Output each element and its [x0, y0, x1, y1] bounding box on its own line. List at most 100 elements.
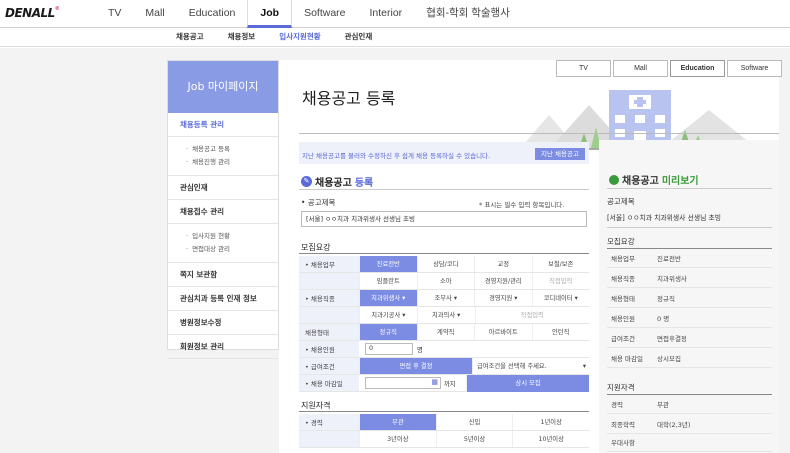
preview-row-value: 면접후결정 — [657, 335, 687, 343]
option-chip[interactable]: 인턴직 — [531, 324, 590, 340]
preview-row-key: 채용형태 — [611, 295, 635, 303]
sidebar-sub-applications[interactable]: 입사지원 현황 — [186, 230, 266, 243]
qualification-label: 지원자격 — [301, 401, 331, 410]
sidebar-item-hospital-info[interactable]: 병원정보수정 — [168, 311, 278, 335]
tab-education[interactable]: Education — [670, 60, 725, 77]
option-chip[interactable]: 1년이상 — [512, 414, 589, 430]
tab-tv[interactable]: TV — [556, 60, 611, 77]
main-content: TV Mall Education Software 채용공고 등록 지난 채용… — [279, 60, 782, 453]
sidebar-item-talent[interactable]: 관심인재 — [168, 176, 278, 200]
row-label-employment: 채용형태 — [299, 324, 359, 340]
sidebar-item-messages[interactable]: 쪽지 보관함 — [168, 263, 278, 287]
row-label-empty — [299, 273, 359, 289]
nav-tv[interactable]: TV — [96, 0, 133, 28]
option-chip[interactable]: 정규직 — [359, 324, 417, 340]
form-section-title-text: 채용공고 — [315, 178, 352, 189]
section-divider — [299, 189, 589, 190]
sidebar-sub-post-register[interactable]: 채용공고 등록 — [186, 143, 266, 156]
sidebar-item-application-manage[interactable]: 채용접수 관리 — [168, 200, 278, 224]
subnav-job-info[interactable]: 채용정보 — [228, 28, 256, 45]
preview-divider — [607, 394, 772, 395]
preview-title: 채용공고 미리보기 — [609, 172, 699, 187]
option-chip[interactable]: 10년이상 — [512, 431, 589, 447]
table-row: 채용형태 정규직 계약직 아르바이트 인턴직 — [299, 324, 589, 341]
salary-option[interactable]: 면접 후 결정 — [359, 358, 472, 374]
load-past-posting-button[interactable]: 지난 채용공고 — [535, 148, 585, 160]
headcount-input[interactable]: 0 — [365, 343, 413, 355]
row-label-empty — [299, 307, 359, 323]
job-type-select[interactable]: 치과위생사 ▾ — [359, 290, 417, 306]
subnav-talent[interactable]: 관심인재 — [345, 28, 373, 45]
recruit-grid: • 채용업무 진료전반 상담/코디 교정 보철/보존 임플란트 소아 경영지원/… — [299, 256, 589, 392]
denall-logo[interactable]: DENALL® — [5, 6, 60, 20]
custom-input[interactable]: 직접입력 — [531, 273, 590, 289]
required-note: * 표시는 필수 입력 항목입니다. — [479, 201, 565, 209]
sidebar-item-clinic-talent[interactable]: 관심치과 등록 인재 정보 — [168, 287, 278, 311]
sidebar-sub-list: 채용공고 등록 채용진행 관리 — [168, 137, 278, 176]
preview-qual-label: 지원자격 — [607, 383, 635, 392]
preview-notice-label: 공고제목 — [607, 197, 635, 206]
preview-row: 채용형태 정규직 — [607, 291, 772, 308]
custom-input[interactable]: 직접입력 — [474, 307, 590, 323]
job-type-select[interactable]: 경영지원 ▾ — [474, 290, 532, 306]
subnav-job-postings[interactable]: 채용공고 — [176, 28, 204, 45]
preview-divider — [607, 188, 772, 189]
preview-title-accent: 미리보기 — [661, 176, 699, 187]
preview-row-key: 급여조건 — [611, 335, 635, 343]
preview-dot-icon — [609, 174, 619, 185]
calendar-icon[interactable]: ▦ — [431, 378, 438, 386]
option-chip[interactable]: 임플란트 — [359, 273, 417, 289]
preview-divider — [607, 248, 772, 249]
option-chip[interactable]: 경영지원/관리 — [474, 273, 532, 289]
preview-row: 경력 무관 — [607, 397, 772, 414]
job-type-select[interactable]: 치과의사 ▾ — [416, 307, 475, 323]
nav-academic[interactable]: 협회-학회 학술행사 — [414, 0, 522, 28]
option-chip[interactable]: 상담/코디 — [416, 256, 475, 272]
sidebar-item-recruit-manage[interactable]: 채용등록 관리 — [168, 113, 278, 137]
option-chip[interactable]: 교정 — [474, 256, 532, 272]
preview-row: 채용인원 0 명 — [607, 311, 772, 328]
qualification-grid: • 경력 무관 신입 1년이상 3년이상 5년이상 10년이상 — [299, 414, 589, 448]
option-chip[interactable]: 진료전반 — [359, 256, 417, 272]
option-chip[interactable]: 계약직 — [416, 324, 475, 340]
deadline-date-input[interactable]: ▦ — [365, 377, 441, 389]
row-label-work: • 채용업무 — [299, 256, 359, 272]
option-chip[interactable]: 보철/보존 — [531, 256, 590, 272]
option-chip[interactable]: 5년이상 — [435, 431, 513, 447]
job-type-select[interactable]: 코디네이터 ▾ — [531, 290, 590, 306]
option-chip[interactable]: 아르바이트 — [474, 324, 532, 340]
posting-title-input[interactable]: [서울] ㅇㅇ치과 치과위생사 선생님 초빙 — [301, 211, 587, 227]
hospital-illustration — [479, 90, 779, 150]
form-section-title: ✎ 채용공고 등록 — [301, 174, 373, 189]
job-type-select[interactable]: 조무사 ▾ — [416, 290, 475, 306]
tab-software[interactable]: Software — [727, 60, 782, 77]
preview-row-key: 채용업무 — [611, 255, 635, 263]
preview-row: 채용업무 진료전반 — [607, 251, 772, 268]
nav-mall[interactable]: Mall — [133, 0, 176, 28]
sidebar-sub-progress[interactable]: 채용진행 관리 — [186, 156, 266, 169]
row-label-deadline: • 채용 마감일 — [299, 375, 359, 391]
preview-row-key: 우대사항 — [611, 439, 635, 447]
preview-row: 급여조건 면접후결정 — [607, 331, 772, 348]
option-chip[interactable]: 신입 — [435, 414, 513, 430]
table-row: • 급여조건 면접 후 결정 급여조건을 선택해 주세요. ▾ — [299, 358, 589, 375]
preview-row-value: 정규직 — [657, 295, 675, 303]
subnav-applications[interactable]: 입사지원현황 — [279, 28, 320, 45]
nav-software[interactable]: Software — [292, 0, 357, 28]
preview-row-key: 채용인원 — [611, 315, 635, 323]
job-type-select[interactable]: 치과기공사 ▾ — [359, 307, 417, 323]
nav-job[interactable]: Job — [247, 0, 293, 28]
preview-panel: 채용공고 미리보기 공고제목 [서울] ㅇㅇ치과 치과위생사 선생님 초빙 모집… — [599, 140, 779, 453]
preview-row-key: 채용 마감일 — [611, 355, 643, 363]
sidebar-sub-interview[interactable]: 면접대상 관리 — [186, 243, 266, 256]
sidebar-item-member-info[interactable]: 회원정보 관리 — [168, 335, 278, 359]
salary-select[interactable]: 급여조건을 선택해 주세요. ▾ — [472, 358, 589, 374]
headcount-unit: 명 — [417, 346, 423, 354]
tab-mall[interactable]: Mall — [613, 60, 668, 77]
nav-interior[interactable]: Interior — [358, 0, 415, 28]
option-chip[interactable]: 3년이상 — [359, 431, 436, 447]
option-chip[interactable]: 무관 — [359, 414, 436, 430]
option-chip[interactable]: 소아 — [416, 273, 475, 289]
always-recruit-button[interactable]: 상시 모집 — [466, 374, 589, 392]
nav-education[interactable]: Education — [177, 0, 248, 28]
